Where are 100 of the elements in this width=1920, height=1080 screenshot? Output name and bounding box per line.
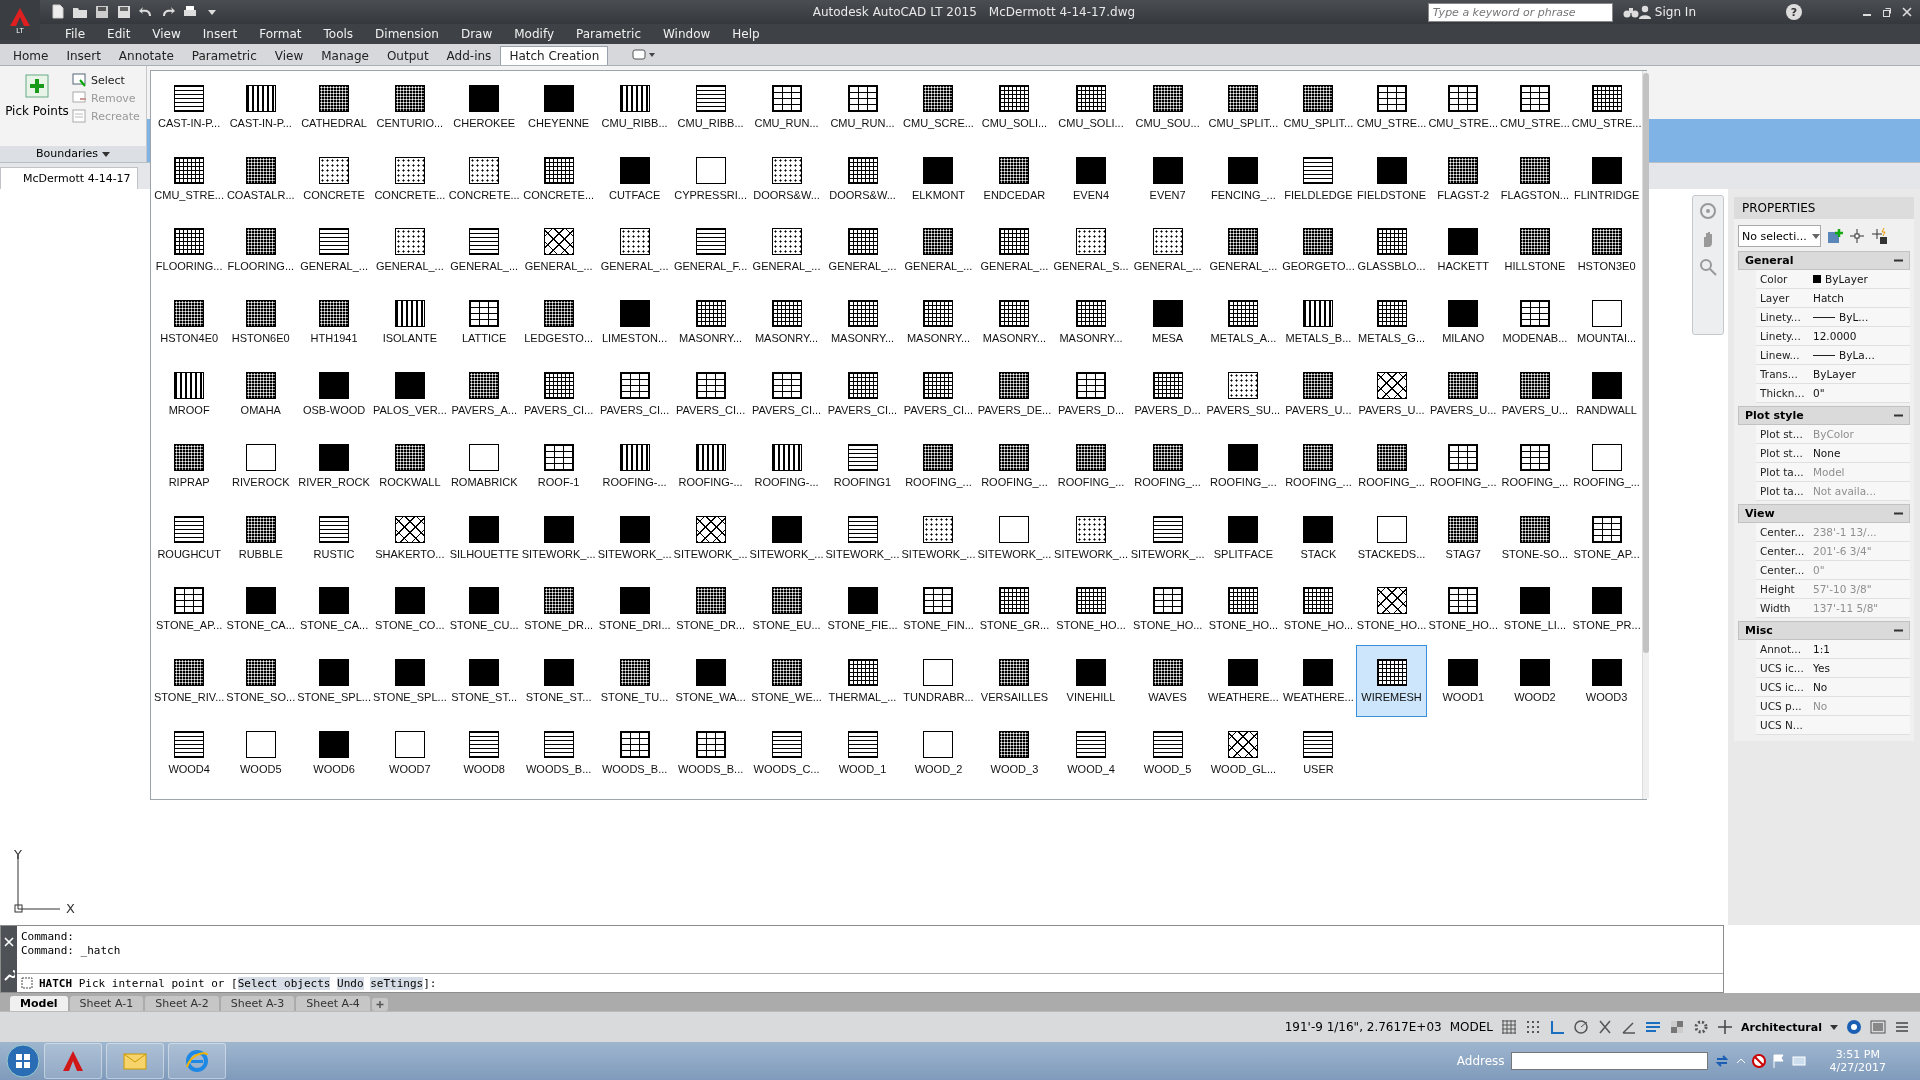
hatch-pattern-item[interactable]: ROOFING1 — [824, 430, 901, 502]
hatch-pattern-item[interactable]: WOOD8 — [447, 717, 521, 789]
ribbon-tab[interactable]: Hatch Creation — [500, 46, 609, 65]
hatch-pattern-item[interactable]: STONE_SPL... — [296, 645, 372, 718]
hatch-pattern-item[interactable]: MODENAB... — [1499, 286, 1571, 359]
layout-tab[interactable]: Sheet A-3 — [220, 996, 295, 1011]
hatch-pattern-item[interactable]: CMU_RIBB... — [596, 71, 673, 143]
hatch-pattern-item[interactable]: SHAKERTO... — [371, 501, 448, 574]
hatch-pattern-item[interactable]: GENERAL_... — [900, 214, 977, 287]
hatch-pattern-item[interactable]: STONE_WA... — [672, 645, 749, 718]
add-tab-icon[interactable] — [371, 997, 388, 1011]
hatch-pattern-item[interactable]: CMU_STRE... — [153, 142, 226, 215]
hatch-pattern-item[interactable]: ROCKWALL — [371, 430, 448, 502]
address-field[interactable] — [1510, 1052, 1708, 1070]
hatch-pattern-item[interactable]: STONE_AP... — [153, 573, 226, 646]
menu-item[interactable]: Tools — [312, 27, 365, 41]
section-header[interactable]: General — [1738, 251, 1910, 270]
hatch-pattern-item[interactable]: STONE_CO... — [371, 573, 448, 646]
hatch-pattern-item[interactable]: STONE_CA... — [296, 573, 372, 646]
hatch-pattern-item[interactable]: TUNDRABR... — [900, 645, 977, 718]
hatch-pattern-item[interactable]: COASTALR... — [225, 142, 297, 215]
hatch-pattern-item[interactable]: WEATHERE... — [1205, 645, 1282, 718]
hatch-pattern-item[interactable]: WOODS_B... — [672, 717, 749, 789]
crosshair-icon[interactable] — [1849, 228, 1865, 244]
hatch-pattern-item[interactable]: WOODS_B... — [596, 717, 673, 789]
hatch-pattern-item[interactable]: STACK — [1281, 501, 1356, 574]
hatch-pattern-item[interactable]: CYPRESSRI... — [672, 142, 749, 215]
hatch-pattern-item[interactable]: FENCING_... — [1205, 142, 1282, 215]
hatch-pattern-item[interactable]: FLINTRIDGE — [1570, 142, 1643, 215]
hatch-pattern-item[interactable]: CONCRETE — [296, 142, 372, 215]
toggle-pickadd-icon[interactable] — [1827, 228, 1843, 244]
hatch-pattern-item[interactable]: SITEWORK_... — [976, 501, 1053, 574]
hatch-pattern-item[interactable]: ROUGHCUT — [153, 501, 226, 574]
start-button-icon[interactable] — [6, 1044, 40, 1078]
hatch-pattern-item[interactable]: STONE_RIV... — [153, 645, 226, 718]
hatch-pattern-item[interactable]: FLOORING... — [225, 214, 297, 287]
menu-item[interactable]: Help — [721, 27, 771, 41]
hatch-pattern-item[interactable]: ROOFING_... — [1052, 430, 1130, 502]
go-arrows-icon[interactable] — [1713, 1053, 1730, 1069]
menu-item[interactable]: Dimension — [364, 27, 450, 41]
hatch-pattern-item[interactable]: THERMAL_... — [824, 645, 901, 718]
hardware-acceleration-icon[interactable] — [1846, 1019, 1862, 1035]
hatch-pattern-item[interactable]: STONE_TU... — [596, 645, 673, 718]
menu-item[interactable]: Modify — [503, 27, 565, 41]
hatch-pattern-item[interactable]: CMU_RUN... — [748, 71, 825, 143]
hatch-pattern-item[interactable]: STACKEDS... — [1355, 501, 1428, 574]
hatch-pattern-item[interactable]: WEATHERE... — [1281, 645, 1356, 718]
hatch-pattern-item[interactable]: LIMESTON... — [596, 286, 673, 359]
hatch-pattern-item[interactable]: PAVERS_U... — [1281, 358, 1356, 430]
hatch-pattern-item[interactable]: RIVER_ROCK — [296, 430, 372, 502]
hatch-pattern-item[interactable]: PAVERS_CI... — [672, 358, 749, 430]
hatch-pattern-item[interactable]: WOODS_B... — [520, 717, 597, 789]
hatch-pattern-item[interactable]: PAVERS_U... — [1355, 358, 1428, 430]
hatch-pattern-item[interactable]: STONE_CU... — [447, 573, 521, 646]
hatch-pattern-item[interactable]: ROOFING_... — [900, 430, 977, 502]
selection-dropdown[interactable]: No selecti... — [1738, 225, 1821, 247]
ribbon-tab[interactable]: Insert — [57, 46, 110, 65]
hatch-pattern-item[interactable]: ROOFING-... — [596, 430, 673, 502]
hatch-pattern-item[interactable]: STONE_HO... — [1281, 573, 1356, 646]
layout-tab[interactable]: Model — [10, 996, 68, 1011]
polar-icon[interactable] — [1573, 1019, 1589, 1035]
ribbon-tab[interactable]: Home — [4, 46, 58, 65]
hatch-pattern-item[interactable]: STONE_AP... — [1570, 501, 1643, 574]
hatch-pattern-item[interactable]: RIVEROCK — [225, 430, 297, 502]
hatch-pattern-item[interactable]: DOORS&W... — [748, 142, 825, 215]
hatch-pattern-item[interactable]: ENDCEDAR — [976, 142, 1053, 215]
hatch-pattern-item[interactable]: MOUNTAI... — [1570, 286, 1643, 359]
hatch-pattern-item[interactable]: PAVERS_D... — [1052, 358, 1130, 430]
hatch-pattern-item[interactable]: CMU_SPLIT... — [1281, 71, 1356, 143]
hatch-pattern-item[interactable]: WOOD_5 — [1129, 717, 1206, 789]
hatch-pattern-item[interactable]: FIELDLEDGE — [1281, 142, 1356, 215]
hatch-pattern-item[interactable]: VERSAILLES — [976, 645, 1053, 718]
hatch-pattern-item[interactable]: WOOD_3 — [976, 717, 1053, 789]
hatch-pattern-item[interactable]: ROOFING_... — [1281, 430, 1356, 502]
hatch-pattern-item[interactable]: STONE_SO... — [225, 645, 297, 718]
hatch-pattern-item[interactable]: WOOD3 — [1570, 645, 1643, 718]
hatch-pattern-item[interactable]: ROOFING-... — [748, 430, 825, 502]
hatch-pattern-item[interactable]: WOOD5 — [225, 717, 297, 789]
hatch-pattern-item[interactable]: CAST-IN-P... — [153, 71, 226, 143]
lineweight-icon[interactable] — [1645, 1019, 1661, 1035]
hatch-pattern-item[interactable]: HTH1941 — [296, 286, 372, 359]
hatch-pattern-item[interactable]: STONE_FIE... — [824, 573, 901, 646]
hatch-pattern-item[interactable]: ISOLANTE — [371, 286, 448, 359]
hatch-pattern-item[interactable]: WOOD2 — [1499, 645, 1571, 718]
section-header[interactable]: View — [1738, 504, 1910, 523]
hatch-pattern-item[interactable]: SITEWORK_... — [748, 501, 825, 574]
menu-item[interactable]: View — [141, 27, 192, 41]
workspace-gear-icon[interactable] — [1693, 1019, 1709, 1035]
taskbar-app-button[interactable] — [44, 1043, 102, 1079]
hatch-pattern-item[interactable]: WOOD4 — [153, 717, 226, 789]
panel-toggle-icon[interactable] — [632, 49, 657, 61]
hatch-pattern-item[interactable]: STONE_DR... — [520, 573, 597, 646]
hatch-pattern-item[interactable]: METALS_G... — [1355, 286, 1428, 359]
hatch-pattern-item[interactable]: OSB-WOOD — [296, 358, 372, 430]
hatch-pattern-item[interactable]: WOOD6 — [296, 717, 372, 789]
hatch-pattern-item[interactable]: CMU_STRE... — [1427, 71, 1500, 143]
menu-item[interactable]: Insert — [191, 27, 249, 41]
restore-icon[interactable] — [1882, 7, 1892, 17]
hatch-pattern-item[interactable]: WAVES — [1129, 645, 1206, 718]
hatch-pattern-item[interactable]: CMU_SOU... — [1129, 71, 1206, 143]
